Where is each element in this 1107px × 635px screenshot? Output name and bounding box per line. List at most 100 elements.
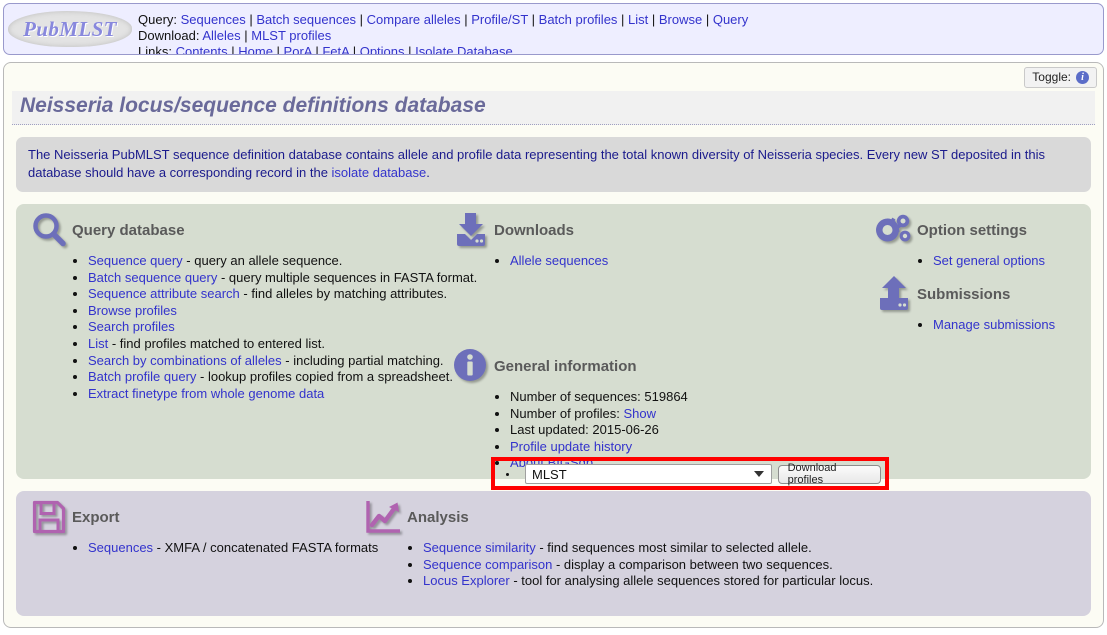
list-item: Batch profile query - lookup profiles co… bbox=[88, 369, 456, 386]
export-header: Export bbox=[26, 495, 366, 539]
link-manage-submissions[interactable]: Manage submissions bbox=[933, 317, 1055, 332]
toggle-control[interactable]: Toggle: i bbox=[1024, 67, 1097, 88]
nav-row-download: Download: Alleles | MLST profiles bbox=[138, 28, 332, 43]
nav-link-compare-alleles[interactable]: Compare alleles bbox=[367, 12, 461, 27]
nav-link-pora[interactable]: PorA bbox=[284, 44, 312, 54]
description-text-after: . bbox=[426, 165, 430, 180]
query-database-header: Query database bbox=[26, 208, 456, 252]
floppy-disk-icon bbox=[26, 500, 72, 534]
nav-link-options[interactable]: Options bbox=[360, 44, 405, 54]
nav-link-profile-st[interactable]: Profile/ST bbox=[471, 12, 528, 27]
link-show-profiles[interactable]: Show bbox=[623, 406, 656, 421]
link-set-general-options[interactable]: Set general options bbox=[933, 253, 1045, 268]
list-item: List - find profiles matched to entered … bbox=[88, 336, 456, 353]
section-option-settings: Option settings Set general options bbox=[871, 208, 1107, 270]
number-of-sequences: Number of sequences: 519864 bbox=[510, 389, 688, 404]
link-batch-sequence-query[interactable]: Batch sequence query bbox=[88, 270, 217, 285]
list-item: Search by combinations of alleles - incl… bbox=[88, 353, 456, 370]
list-item: Locus Explorer - tool for analysing alle… bbox=[423, 573, 961, 590]
downloads-header: Downloads bbox=[448, 208, 868, 252]
scheme-select-value: MLST bbox=[532, 466, 567, 482]
analysis-title: Analysis bbox=[407, 508, 469, 526]
link-sequence-comparison[interactable]: Sequence comparison bbox=[423, 557, 552, 572]
list-item: Sequence comparison - display a comparis… bbox=[423, 557, 961, 574]
link-locus-explorer[interactable]: Locus Explorer bbox=[423, 573, 510, 588]
section-query-database: Query database Sequence query - query an… bbox=[26, 208, 477, 402]
link-extract-finetype[interactable]: Extract finetype from whole genome data bbox=[88, 386, 324, 401]
link-export-sequences[interactable]: Sequences bbox=[88, 540, 153, 555]
list-item: Sequence similarity - find sequences mos… bbox=[423, 540, 961, 557]
pubmlst-logo[interactable]: PubMLST bbox=[8, 11, 132, 47]
general-information-title: General information bbox=[494, 357, 637, 375]
nav-row-query: Query: Sequences | Batch sequences | Com… bbox=[138, 12, 749, 27]
analysis-header: Analysis bbox=[361, 495, 961, 539]
export-title: Export bbox=[72, 508, 120, 526]
general-information-header: General information bbox=[448, 344, 868, 388]
link-search-by-combinations-of-alleles[interactable]: Search by combinations of alleles bbox=[88, 353, 282, 368]
list-item: Number of profiles: Show bbox=[510, 406, 868, 423]
link-sequence-similarity[interactable]: Sequence similarity bbox=[423, 540, 536, 555]
desc: - query multiple sequences in FASTA form… bbox=[217, 269, 478, 285]
downloads-list: Allele sequences bbox=[448, 253, 868, 270]
desc: - find sequences most similar to selecte… bbox=[535, 540, 812, 555]
nav-link-isolate-database[interactable]: Isolate Database bbox=[415, 44, 513, 54]
nav-link-query[interactable]: Query bbox=[713, 12, 748, 27]
nav-link-alleles[interactable]: Alleles bbox=[202, 28, 240, 43]
submissions-list: Manage submissions bbox=[871, 317, 1107, 334]
download-profiles-button[interactable]: Download profiles bbox=[777, 462, 881, 486]
nav-link-mlst-profiles[interactable]: MLST profiles bbox=[251, 28, 331, 43]
download-profiles-row: MLST Download profiles bbox=[503, 462, 881, 486]
list-item: Profile update history bbox=[510, 439, 868, 456]
nav-link-sequences[interactable]: Sequences bbox=[181, 12, 246, 27]
query-database-list: Sequence query - query an allele sequenc… bbox=[26, 253, 477, 402]
list-item: Allele sequences bbox=[510, 253, 868, 270]
link-list[interactable]: List bbox=[88, 336, 108, 351]
info-icon[interactable]: i bbox=[1076, 70, 1089, 84]
link-profile-update-history[interactable]: Profile update history bbox=[510, 439, 632, 454]
nav-link-batch-profiles[interactable]: Batch profiles bbox=[539, 12, 618, 27]
desc: - tool for analysing allele sequences st… bbox=[509, 573, 874, 589]
nav-link-browse[interactable]: Browse bbox=[659, 12, 702, 27]
section-analysis: Analysis Sequence similarity - find sequ… bbox=[361, 495, 961, 590]
link-allele-sequences[interactable]: Allele sequences bbox=[510, 253, 608, 268]
list-item: Sequence attribute search - find alleles… bbox=[88, 286, 456, 303]
section-general-information: General information Number of sequences:… bbox=[448, 344, 868, 472]
tools-panel: Export Sequences - XMFA / concatenated F… bbox=[16, 491, 1091, 616]
list-item: Set general options bbox=[933, 253, 1107, 270]
nav-link-list[interactable]: List bbox=[628, 12, 648, 27]
chevron-down-icon[interactable] bbox=[753, 471, 764, 477]
link-sequence-attribute-search[interactable]: Sequence attribute search bbox=[88, 286, 240, 301]
option-settings-title: Option settings bbox=[917, 221, 1027, 239]
isolate-database-link[interactable]: isolate database bbox=[332, 165, 427, 180]
nav-label-links: Links: bbox=[138, 44, 172, 55]
link-browse-profiles[interactable]: Browse profiles bbox=[88, 303, 177, 318]
download-icon bbox=[448, 212, 494, 248]
bullet-marker bbox=[506, 472, 509, 476]
scheme-select[interactable]: MLST bbox=[525, 464, 772, 484]
list-item: Search profiles bbox=[88, 319, 456, 336]
link-batch-profile-query[interactable]: Batch profile query bbox=[88, 369, 196, 384]
desc: - display a comparison between two seque… bbox=[552, 556, 833, 572]
magnifier-icon bbox=[26, 211, 72, 249]
primary-functions-panel: Query database Sequence query - query an… bbox=[16, 204, 1091, 490]
list-item: Browse profiles bbox=[88, 303, 456, 320]
list-item: Sequences - XMFA / concatenated FASTA fo… bbox=[88, 540, 378, 557]
site-header: PubMLST Query: Sequences | Batch sequenc… bbox=[3, 3, 1104, 55]
page-title: Neisseria locus/sequence definitions dat… bbox=[12, 91, 1095, 125]
desc: - find alleles by matching attributes. bbox=[239, 286, 448, 302]
desc: - find profiles matched to entered list. bbox=[108, 335, 326, 351]
query-database-title: Query database bbox=[72, 221, 185, 239]
section-downloads: Downloads Allele sequences bbox=[448, 208, 868, 270]
option-settings-header: Option settings bbox=[871, 208, 1107, 252]
link-search-profiles[interactable]: Search profiles bbox=[88, 319, 175, 334]
nav-link-home[interactable]: Home bbox=[238, 44, 273, 54]
desc: - query an allele sequence. bbox=[182, 253, 343, 268]
nav-link-batch-sequences[interactable]: Batch sequences bbox=[256, 12, 356, 27]
list-item: Last updated: 2015-06-26 bbox=[510, 422, 868, 439]
nav-link-contents[interactable]: Contents bbox=[176, 44, 228, 54]
header-nav: Query: Sequences | Batch sequences | Com… bbox=[138, 4, 749, 55]
link-sequence-query[interactable]: Sequence query bbox=[88, 253, 183, 268]
nav-label-query: Query: bbox=[138, 12, 178, 27]
nav-link-feta[interactable]: FetA bbox=[322, 44, 349, 54]
option-settings-list: Set general options bbox=[871, 253, 1107, 270]
